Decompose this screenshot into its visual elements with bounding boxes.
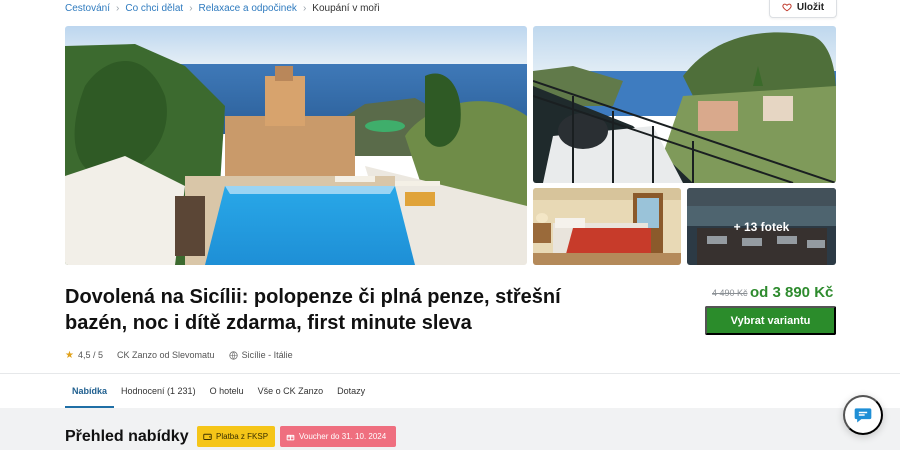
page-title: Dovolená na Sicílii: polopenze či plná p… (65, 286, 561, 334)
save-button[interactable]: Uložit (769, 0, 837, 18)
breadcrumb-separator-icon: › (116, 2, 120, 14)
fksp-badge: Platba z FKSP (197, 426, 275, 447)
rating-value[interactable]: 4,5 / 5 (78, 350, 103, 360)
current-price: od 3 890 Kč (750, 284, 834, 301)
breadcrumb-item-co-chci-delat[interactable]: Co chci dělat (125, 3, 183, 14)
location-link[interactable]: Sicílie - Itálie (242, 350, 293, 360)
old-price: 4 490 Kč (712, 288, 748, 298)
save-button-label: Uložit (796, 1, 825, 13)
heart-icon (782, 3, 792, 12)
offer-meta: ★ 4,5 / 5 CK Zanzo od Slevomatu Sicílie … (65, 349, 293, 361)
offer-tabs: Nabídka Hodnocení (1 231) O hotelu Vše o… (65, 374, 372, 408)
choose-variant-button[interactable]: Vybrat variantu (705, 306, 836, 335)
tab-dotazy[interactable]: Dotazy (330, 374, 372, 408)
voucher-badge: Voucher do 31. 10. 2024 (280, 426, 396, 447)
bedroom-photo[interactable] (533, 188, 681, 265)
tab-hodnoceni[interactable]: Hodnocení (1 231) (114, 374, 203, 408)
chat-button[interactable] (843, 395, 883, 435)
wallet-icon (203, 433, 212, 440)
balcony-photo[interactable] (533, 26, 836, 183)
more-photos-tile[interactable]: + 13 fotek (687, 188, 836, 265)
breadcrumb-separator-icon: › (189, 2, 193, 14)
breadcrumb: Cestování › Co chci dělat › Relaxace a o… (65, 0, 380, 16)
tab-nabidka[interactable]: Nabídka (65, 374, 115, 408)
chat-bubble-icon (854, 408, 872, 423)
balcony-photo-image (533, 26, 836, 183)
provider-link[interactable]: CK Zanzo od Slevomatu (117, 350, 215, 360)
breadcrumb-item-relaxace[interactable]: Relaxace a odpočinek (199, 3, 297, 14)
fksp-badge-label: Platba z FKSP (216, 432, 269, 441)
breadcrumb-item-current: Koupání v moři (312, 2, 380, 14)
voucher-badge-label: Voucher do 31. 10. 2024 (299, 432, 387, 441)
tab-vse-o-ck[interactable]: Vše o CK Zanzo (251, 374, 331, 408)
breadcrumb-separator-icon: › (302, 2, 307, 14)
bedroom-photo-image (533, 188, 681, 265)
main-photo[interactable] (65, 26, 527, 265)
more-photos-label: + 13 fotek (687, 188, 836, 265)
breadcrumb-item-cestovani[interactable]: Cestování (65, 3, 110, 14)
tab-o-hotelu[interactable]: O hotelu (203, 374, 251, 408)
overview-title: Přehled nabídky (65, 428, 189, 445)
star-icon: ★ (65, 349, 74, 361)
globe-icon (228, 350, 238, 360)
pool-photo-image (65, 26, 527, 265)
gift-icon (286, 434, 295, 441)
